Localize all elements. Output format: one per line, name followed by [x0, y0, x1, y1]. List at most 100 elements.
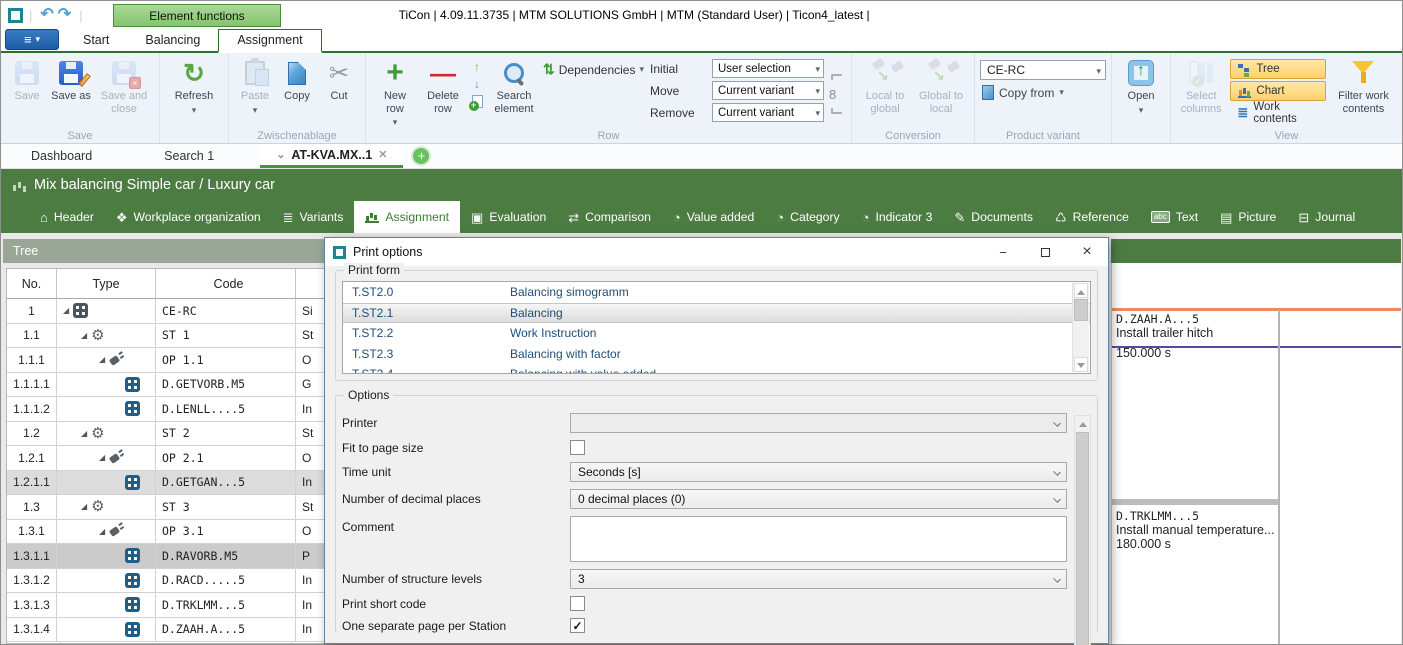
close-tab-icon[interactable]: ✕	[378, 148, 387, 161]
save-and-close-button[interactable]: × Save and close	[94, 57, 154, 117]
col-header-code[interactable]: Code	[156, 269, 296, 298]
view-work-contents-toggle[interactable]: ≣ Work contents	[1230, 103, 1326, 123]
work-content-card[interactable]: D.ZAAH.A...5 Install trailer hitch 150.0…	[1116, 312, 1277, 360]
close-button[interactable]: ×	[1066, 239, 1108, 266]
work-content-card[interactable]: D.TRKLMM...5 Install manual temperature.…	[1116, 509, 1277, 551]
expand-icon[interactable]: ◢	[63, 306, 69, 315]
tab-picture[interactable]: ▤Picture	[1209, 201, 1287, 233]
move-row-down-button[interactable]: ↓	[469, 76, 485, 92]
select-columns-button[interactable]: ✓ Select columns	[1176, 57, 1226, 117]
cut-button[interactable]: ✂ Cut	[318, 57, 360, 105]
global-to-local-button[interactable]: ↘ Global to local	[913, 57, 969, 117]
save-as-button[interactable]: Save as	[48, 57, 94, 105]
expand-icon[interactable]: ◢	[81, 429, 87, 438]
time-unit-select[interactable]: Seconds [s]	[570, 462, 1067, 482]
product-variant-select[interactable]: CE-RC ▾	[980, 60, 1106, 80]
comment-input[interactable]	[570, 516, 1067, 562]
tab-category[interactable]: ◔Category	[765, 201, 850, 233]
tab-value-added[interactable]: ◔Value added	[662, 201, 765, 233]
tab-text[interactable]: abcText	[1140, 201, 1209, 233]
table-row[interactable]: 1.3.1 ◢ OP 3.1 O	[7, 520, 335, 545]
table-row[interactable]: 1.2.1 ◢ OP 2.1 O	[7, 446, 335, 471]
table-row-selected[interactable]: 1.3.1.1 D.RAVORB.M5 P	[7, 544, 335, 569]
expand-icon[interactable]: ◢	[99, 453, 105, 462]
filter-work-contents-button[interactable]: Filter work contents	[1330, 57, 1397, 117]
table-row-selected[interactable]: 1.2.1.1 D.GETGAN...5 In	[7, 471, 335, 496]
tab-journal[interactable]: ⊟Journal	[1287, 201, 1366, 233]
tab-reference[interactable]: ♺Reference	[1044, 201, 1140, 233]
tab-workplace-organization[interactable]: ❖Workplace organization	[105, 201, 272, 233]
refresh-button[interactable]: ↻ Refresh ▾	[165, 57, 223, 117]
col-header-no[interactable]: No.	[7, 269, 57, 298]
table-row[interactable]: 1.1.1.2 D.LENLL....5 In	[7, 397, 335, 422]
expand-icon[interactable]: ◢	[99, 527, 105, 536]
tab-start[interactable]: Start	[65, 30, 127, 51]
delete-row-button[interactable]: — Delete row	[419, 57, 467, 117]
list-item[interactable]: T.ST2.3 Balancing with factor	[343, 344, 1090, 365]
table-row[interactable]: 1.1.1.1 D.GETVORB.M5 G	[7, 373, 335, 398]
print-form-list[interactable]: T.ST2.0 Balancing simogramm T.ST2.1 Bala…	[342, 281, 1091, 374]
expand-icon[interactable]: ◢	[81, 331, 87, 340]
initial-select[interactable]: User selection ▾	[712, 59, 824, 78]
main-menu-button[interactable]: ≡ ▾	[5, 29, 59, 50]
doc-tab-at-kva[interactable]: ⌄ AT-KVA.MX..1 ✕	[260, 144, 403, 168]
scroll-down-icon[interactable]	[1074, 357, 1088, 372]
list-item[interactable]: T.ST2.0 Balancing simogramm	[343, 282, 1090, 303]
list-scrollbar[interactable]	[1072, 283, 1089, 372]
scroll-up-icon[interactable]	[1075, 418, 1090, 427]
open-button[interactable]: ↑ Open ▾	[1117, 57, 1165, 117]
minimize-button[interactable]: −	[982, 239, 1024, 266]
new-tab-button[interactable]: +	[413, 148, 429, 164]
view-tree-toggle[interactable]: Tree	[1230, 59, 1326, 79]
doc-tab-dashboard[interactable]: Dashboard	[15, 144, 108, 168]
table-row[interactable]: 1.3.1.4 D.ZAAH.A...5 In	[7, 618, 335, 643]
move-row-up-button[interactable]: ↑	[469, 59, 485, 75]
element-functions-chip[interactable]: Element functions	[113, 4, 281, 27]
separate-page-checkbox[interactable]: ✓	[570, 618, 585, 633]
insert-row-button[interactable]: +	[469, 93, 485, 109]
chevron-down-icon[interactable]: ⌄	[276, 148, 285, 161]
scroll-thumb[interactable]	[1076, 432, 1089, 645]
copy-from-button[interactable]: Copy from ▾	[980, 85, 1106, 100]
tab-indicator-3[interactable]: ◔Indicator 3	[851, 201, 944, 233]
fit-to-page-checkbox[interactable]	[570, 440, 585, 455]
options-scrollbar[interactable]	[1074, 415, 1091, 645]
list-item[interactable]: T.ST2.4 Balancing with value added	[343, 364, 1090, 374]
redo-icon[interactable]: ↷	[56, 7, 73, 23]
col-header-type[interactable]: Type	[57, 269, 156, 298]
tab-evaluation[interactable]: ▣Evaluation	[460, 201, 557, 233]
table-row[interactable]: 1.3.1.3 D.TRKLMM...5 In	[7, 593, 335, 618]
doc-tab-search1[interactable]: Search 1	[148, 144, 230, 168]
search-element-button[interactable]: Search element	[487, 57, 541, 117]
tab-variants[interactable]: ≣Variants	[272, 201, 355, 233]
scroll-up-icon[interactable]	[1074, 283, 1088, 298]
table-row[interactable]: 1.1 ◢⚙ ST 1 St	[7, 324, 335, 349]
copy-button[interactable]: Copy	[276, 57, 318, 105]
tab-assignment[interactable]: Assignment	[354, 201, 460, 233]
table-row[interactable]: 1.3 ◢⚙ ST 3 St	[7, 495, 335, 520]
dialog-title-bar[interactable]: Print options − ×	[325, 238, 1108, 266]
remove-select[interactable]: Current variant ▾	[712, 103, 824, 122]
tab-documents[interactable]: ✎Documents	[943, 201, 1044, 233]
table-row[interactable]: 1 ◢ CE-RC Si	[7, 299, 335, 324]
view-chart-toggle[interactable]: Chart	[1230, 81, 1326, 101]
scroll-thumb[interactable]	[1074, 299, 1088, 321]
list-item-selected[interactable]: T.ST2.1 Balancing	[343, 303, 1090, 324]
new-row-button[interactable]: + New row ▾	[371, 57, 419, 129]
table-row[interactable]: 1.2 ◢⚙ ST 2 St	[7, 422, 335, 447]
tab-header[interactable]: ⌂Header	[29, 201, 105, 233]
table-row[interactable]: 1.3.1.2 D.RACD.....5 In	[7, 569, 335, 594]
expand-icon[interactable]: ◢	[81, 502, 87, 511]
paste-button[interactable]: Paste ▾	[234, 57, 276, 117]
structure-levels-select[interactable]: 3	[570, 569, 1067, 589]
local-to-global-button[interactable]: ↘ Local to global	[857, 57, 913, 117]
table-row[interactable]: 1.1.1 ◢ OP 1.1 O	[7, 348, 335, 373]
expand-icon[interactable]: ◢	[99, 355, 105, 364]
dependencies-button[interactable]: ⇅ Dependencies ▾	[543, 61, 644, 78]
tab-comparison[interactable]: ⇄Comparison	[557, 201, 662, 233]
move-select[interactable]: Current variant ▾	[712, 81, 824, 100]
list-item[interactable]: T.ST2.2 Work Instruction	[343, 323, 1090, 344]
maximize-button[interactable]	[1024, 239, 1066, 266]
decimal-places-select[interactable]: 0 decimal places (0)	[570, 489, 1067, 509]
save-button[interactable]: Save	[6, 57, 48, 105]
